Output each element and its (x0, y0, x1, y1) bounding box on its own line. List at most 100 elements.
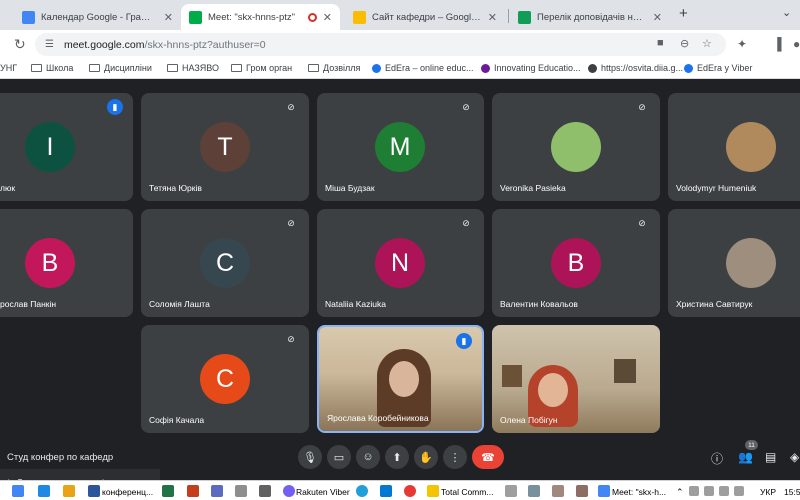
tab-google-calendar[interactable]: Календар Google - Графік по ✕ (14, 4, 181, 30)
camera-button[interactable]: ▭ (327, 445, 351, 469)
bookmark-item[interactable]: EdEra у Viber (684, 63, 752, 73)
bookmark-item[interactable]: НАЗЯВО (167, 63, 219, 73)
bookmark-item[interactable]: EdEra – online educ... (372, 63, 474, 73)
camera-icon[interactable]: ■ (657, 37, 664, 49)
battery-icon[interactable] (704, 486, 714, 496)
close-tab-icon[interactable]: ✕ (653, 11, 662, 24)
present-button[interactable]: ⬆ (385, 445, 409, 469)
participant-tile[interactable]: B Валентин Ковальов ⊘ (492, 209, 660, 317)
app-icon[interactable] (380, 485, 392, 497)
participant-name: Veronika Pasieka (500, 183, 566, 193)
bookmark-item[interactable]: Школа (31, 63, 73, 73)
bookmark-item[interactable]: https://osvita.diia.g... (588, 63, 683, 73)
clock[interactable]: 15:5 (784, 487, 800, 497)
wifi-icon[interactable] (719, 486, 729, 496)
participant-tile[interactable]: Христина Савтирук (668, 209, 800, 317)
mic-button[interactable]: 🎙 (298, 445, 322, 469)
volume-icon[interactable] (734, 486, 744, 496)
taskbar-meet-label[interactable]: Meet: "skx-h... (612, 487, 666, 497)
windows-taskbar: конференц... Rakuten Viber Total Comm...… (0, 480, 800, 500)
mic-off-icon: ⊘ (638, 217, 646, 228)
tray-chevron-icon[interactable]: ⌃ (676, 487, 684, 498)
site-info-icon[interactable]: ☰ (45, 39, 54, 50)
emoji-button[interactable]: ☺ (356, 445, 380, 469)
camera-app-icon[interactable] (259, 485, 271, 497)
participant-tile[interactable]: T Тетяна Юрків ⊘ (141, 93, 309, 201)
participant-tile[interactable]: I люк ▮ (0, 93, 133, 201)
profile-icon[interactable]: ● (793, 37, 800, 51)
participant-tile[interactable]: Volodymyr Humeniuk (668, 93, 800, 201)
tab-search-button[interactable]: ⌄ (782, 6, 791, 19)
chrome-meet-icon[interactable] (598, 485, 610, 497)
app-icon[interactable] (235, 485, 247, 497)
taskbar-totalcmd-label[interactable]: Total Comm... (441, 487, 493, 497)
bookmark-star-icon[interactable]: ☆ (702, 37, 712, 50)
excel-icon[interactable] (162, 485, 174, 497)
activities-icon[interactable]: ◈ (790, 450, 799, 464)
participant-tile[interactable]: C Софія Качала ⊘ (141, 325, 309, 433)
participant-tile[interactable]: Veronika Pasieka ⊘ (492, 93, 660, 201)
participant-name: Nataliia Kaziuka (325, 299, 386, 309)
participant-avatar: T (200, 122, 250, 172)
reload-icon[interactable]: ↻ (14, 36, 26, 53)
chat-icon[interactable]: ▤ (765, 450, 776, 464)
participant-tile[interactable]: M Міша Будзак ⊘ (317, 93, 484, 201)
camera-icon: ▭ (333, 451, 345, 464)
language-indicator[interactable]: УКР (760, 487, 776, 497)
sidepanel-icon[interactable]: ▐ (773, 37, 782, 51)
meeting-info-icon[interactable]: ⓘ (711, 450, 723, 467)
participant-tile[interactable]: B рослав Панкін (0, 209, 133, 317)
app-icon[interactable] (211, 485, 223, 497)
taskbar-word-label[interactable]: конференц... (102, 487, 153, 497)
innovating-icon (481, 63, 490, 73)
more-options-button[interactable]: ⋮ (443, 445, 467, 469)
participant-tile[interactable]: N Nataliia Kaziuka ⊘ (317, 209, 484, 317)
present-icon: ⬆ (392, 451, 402, 464)
bookmark-item[interactable]: Innovating Educatio... (481, 63, 581, 73)
bookmark-item[interactable]: Дозвілля (308, 63, 360, 73)
participant-video-tile[interactable]: Олена Побігун (492, 325, 660, 433)
participant-video-tile[interactable]: Ярослава Коробейникова ▮ (317, 325, 484, 433)
new-tab-button[interactable]: + (679, 5, 688, 22)
mic-icon: 🎙 (303, 451, 317, 464)
extensions-icon[interactable]: ✦ (737, 37, 747, 51)
powerpoint-icon[interactable] (187, 485, 199, 497)
app-icon[interactable] (404, 485, 416, 497)
close-tab-icon[interactable]: ✕ (323, 11, 332, 24)
zoom-icon[interactable]: ⊖ (680, 37, 689, 50)
phone-hangup-icon: ☎ (481, 451, 495, 464)
viber-icon[interactable] (283, 485, 295, 497)
mic-off-icon: ⊘ (287, 101, 295, 112)
participant-name: Олена Побігун (500, 415, 558, 425)
telegram-icon[interactable] (356, 485, 368, 497)
edge-icon[interactable] (38, 485, 50, 497)
omnibox[interactable]: ☰ meet.google.com /skx-hnns-ptz?authuser… (35, 33, 726, 56)
taskbar-viber-label[interactable]: Rakuten Viber (296, 487, 350, 497)
raise-hand-button[interactable]: ✋ (414, 445, 438, 469)
chrome-icon[interactable] (12, 485, 24, 497)
close-tab-icon[interactable]: ✕ (488, 11, 497, 24)
participant-tile[interactable]: C Соломія Лашта ⊘ (141, 209, 309, 317)
recording-icon (307, 12, 317, 22)
bookmark-item[interactable]: Дисципліни (89, 63, 152, 73)
app-icon[interactable] (528, 485, 540, 497)
close-tab-icon[interactable]: ✕ (164, 11, 173, 24)
app-icon[interactable] (576, 485, 588, 497)
people-icon[interactable]: 👥 (738, 450, 753, 464)
participant-photo (551, 122, 601, 172)
bookmark-item[interactable]: Гром орган (231, 63, 292, 73)
tab-google-drive[interactable]: Сайт кафедри – Google Диск ✕ (345, 4, 505, 30)
network-icon[interactable] (689, 486, 699, 496)
tab-sheets[interactable]: Перелік доповідачів на студ к ✕ (510, 4, 670, 30)
tab-meet[interactable]: Meet: "skx-hnns-ptz" ✕ (181, 4, 340, 30)
leave-call-button[interactable]: ☎ (472, 445, 504, 469)
edera-icon (372, 63, 381, 73)
bookmark-item[interactable]: УНГ (0, 63, 17, 73)
word-icon[interactable] (88, 485, 100, 497)
hand-icon: ✋ (419, 451, 433, 464)
app-icon[interactable] (505, 485, 517, 497)
app-icon[interactable] (552, 485, 564, 497)
explorer-icon[interactable] (63, 485, 75, 497)
folder-icon (231, 64, 242, 72)
total-commander-icon[interactable] (427, 485, 439, 497)
